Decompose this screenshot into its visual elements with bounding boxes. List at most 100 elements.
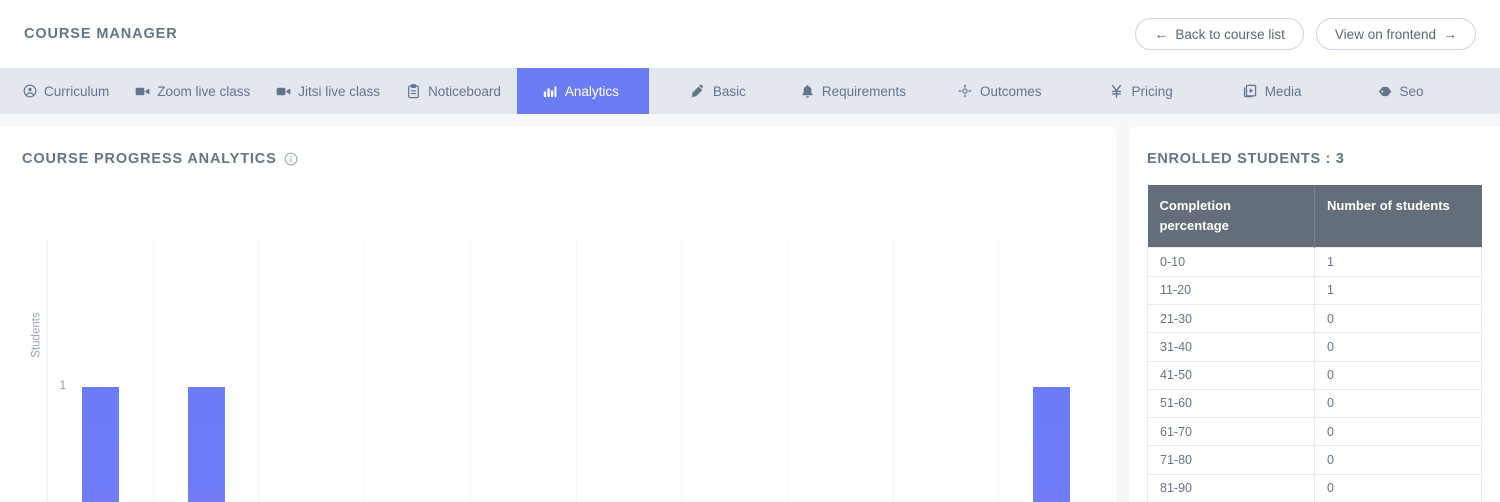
students-table-body: 0-10111-20121-30031-40041-50051-60061-70… (1148, 248, 1482, 502)
table-row: 21-300 (1148, 304, 1482, 332)
enrolled-students-card: ENROLLED STUDENTS : 3 Completion percent… (1129, 127, 1500, 502)
course-manager-page: COURSE MANAGER ← Back to course list Vie… (0, 0, 1500, 502)
chart-y-axis-title: Students (31, 312, 43, 357)
tab-zoom-live-class[interactable]: Zoom live class (125, 68, 266, 114)
cell-number-of-students: 0 (1315, 389, 1482, 417)
tab-noticeboard[interactable]: Noticeboard (396, 68, 517, 114)
page-header: COURSE MANAGER ← Back to course list Vie… (0, 0, 1500, 68)
back-to-course-list-label: Back to course list (1175, 27, 1285, 42)
tab-media-label: Media (1265, 84, 1302, 99)
table-row: 61-700 (1148, 418, 1482, 446)
cell-completion-percentage: 31-40 (1148, 333, 1315, 361)
page-title: COURSE MANAGER (24, 26, 178, 42)
column-header-number-of-students: Number of students (1315, 185, 1482, 248)
media-play-icon (1243, 84, 1258, 99)
cell-number-of-students: 0 (1315, 418, 1482, 446)
back-to-course-list-button[interactable]: ← Back to course list (1135, 18, 1304, 50)
tab-basic[interactable]: Basic (649, 68, 772, 114)
students-table: Completion percentage Number of students… (1147, 185, 1482, 502)
yen-currency-icon (1109, 84, 1124, 99)
clipboard-icon (406, 84, 421, 99)
course-tab-bar: Curriculum Zoom live class Jitsi live cl… (0, 68, 1500, 114)
arrow-left-icon: ← (1154, 27, 1168, 41)
tab-analytics[interactable]: Analytics (517, 68, 649, 114)
column-header-completion-percentage: Completion percentage (1148, 185, 1315, 248)
table-row: 31-400 (1148, 333, 1482, 361)
view-on-frontend-button[interactable]: View on frontend → (1316, 18, 1476, 50)
tab-requirements[interactable]: Requirements (772, 68, 932, 114)
cell-completion-percentage: 41-50 (1148, 361, 1315, 389)
chart-bar[interactable] (188, 387, 225, 502)
tab-analytics-label: Analytics (565, 84, 619, 99)
chart-bar[interactable] (1033, 387, 1070, 502)
video-camera-icon (135, 84, 150, 99)
chart-bar-slot (999, 238, 1104, 502)
tab-finish[interactable]: Finish (1450, 68, 1500, 114)
tag-icon (1378, 84, 1393, 99)
chart-bar-slot (48, 238, 154, 502)
tab-pricing-label: Pricing (1131, 84, 1172, 99)
cell-completion-percentage: 11-20 (1148, 276, 1315, 304)
table-header-row: Completion percentage Number of students (1148, 185, 1482, 248)
analytics-body: COURSE PROGRESS ANALYTICS Students 1 0 0… (0, 114, 1500, 502)
chart-bar-slot (154, 238, 260, 502)
tab-pricing[interactable]: Pricing (1067, 68, 1198, 114)
tab-seo[interactable]: Seo (1328, 68, 1450, 114)
chart-bar-slot (577, 238, 683, 502)
tab-jitsi-live-class[interactable]: Jitsi live class (266, 68, 396, 114)
tab-curriculum-label: Curriculum (44, 84, 109, 99)
arrow-right-icon: → (1443, 27, 1457, 41)
cell-completion-percentage: 0-10 (1148, 248, 1315, 276)
cell-number-of-students: 0 (1315, 446, 1482, 474)
table-row: 81-900 (1148, 474, 1482, 502)
table-row: 41-500 (1148, 361, 1482, 389)
header-actions: ← Back to course list View on frontend → (1135, 18, 1476, 50)
cell-completion-percentage: 81-90 (1148, 474, 1315, 502)
bar-chart: Students 1 0 0-10(%)11-20(%)21-30(%)31-4… (0, 180, 1117, 490)
table-row: 11-201 (1148, 276, 1482, 304)
cell-completion-percentage: 71-80 (1148, 446, 1315, 474)
table-row: 71-800 (1148, 446, 1482, 474)
tab-media[interactable]: Media (1199, 68, 1328, 114)
enrolled-students-title: ENROLLED STUDENTS : 3 (1129, 127, 1500, 167)
target-move-icon (958, 84, 973, 99)
chart-card-title-row: COURSE PROGRESS ANALYTICS (0, 127, 1117, 167)
cell-completion-percentage: 21-30 (1148, 304, 1315, 332)
tab-noticeboard-label: Noticeboard (428, 84, 501, 99)
pencil-icon (691, 84, 706, 99)
table-row: 51-600 (1148, 389, 1482, 417)
cell-number-of-students: 0 (1315, 474, 1482, 502)
chart-bars (48, 238, 1104, 502)
cell-number-of-students: 0 (1315, 333, 1482, 361)
bar-chart-icon (543, 84, 558, 99)
tab-curriculum[interactable]: Curriculum (0, 68, 125, 114)
students-table-wrap: Completion percentage Number of students… (1129, 167, 1500, 502)
tab-jitsi-live-class-label: Jitsi live class (298, 84, 380, 99)
tab-seo-label: Seo (1400, 84, 1424, 99)
chart-bar-slot (365, 238, 471, 502)
bell-icon (800, 84, 815, 99)
tab-outcomes-label: Outcomes (980, 84, 1042, 99)
video-camera-icon (276, 84, 291, 99)
table-row: 0-101 (1148, 248, 1482, 276)
view-on-frontend-label: View on frontend (1335, 27, 1436, 42)
cell-number-of-students: 1 (1315, 248, 1482, 276)
cell-number-of-students: 1 (1315, 276, 1482, 304)
chart-bar-slot (259, 238, 365, 502)
cell-completion-percentage: 61-70 (1148, 418, 1315, 446)
chart-bar-slot (894, 238, 1000, 502)
chart-bar-slot (682, 238, 788, 502)
tab-requirements-label: Requirements (822, 84, 906, 99)
course-progress-analytics-card: COURSE PROGRESS ANALYTICS Students 1 0 0… (0, 127, 1117, 502)
chart-bar[interactable] (82, 387, 119, 502)
cell-number-of-students: 0 (1315, 361, 1482, 389)
chart-bar-slot (471, 238, 577, 502)
tab-zoom-live-class-label: Zoom live class (157, 84, 250, 99)
tab-outcomes[interactable]: Outcomes (932, 68, 1068, 114)
chart-bar-slot (788, 238, 894, 502)
tab-basic-label: Basic (713, 84, 746, 99)
info-circle-icon[interactable] (284, 152, 298, 166)
chart-plot-area (47, 238, 1104, 502)
students-table-head: Completion percentage Number of students (1148, 185, 1482, 248)
user-circle-icon (22, 84, 37, 99)
